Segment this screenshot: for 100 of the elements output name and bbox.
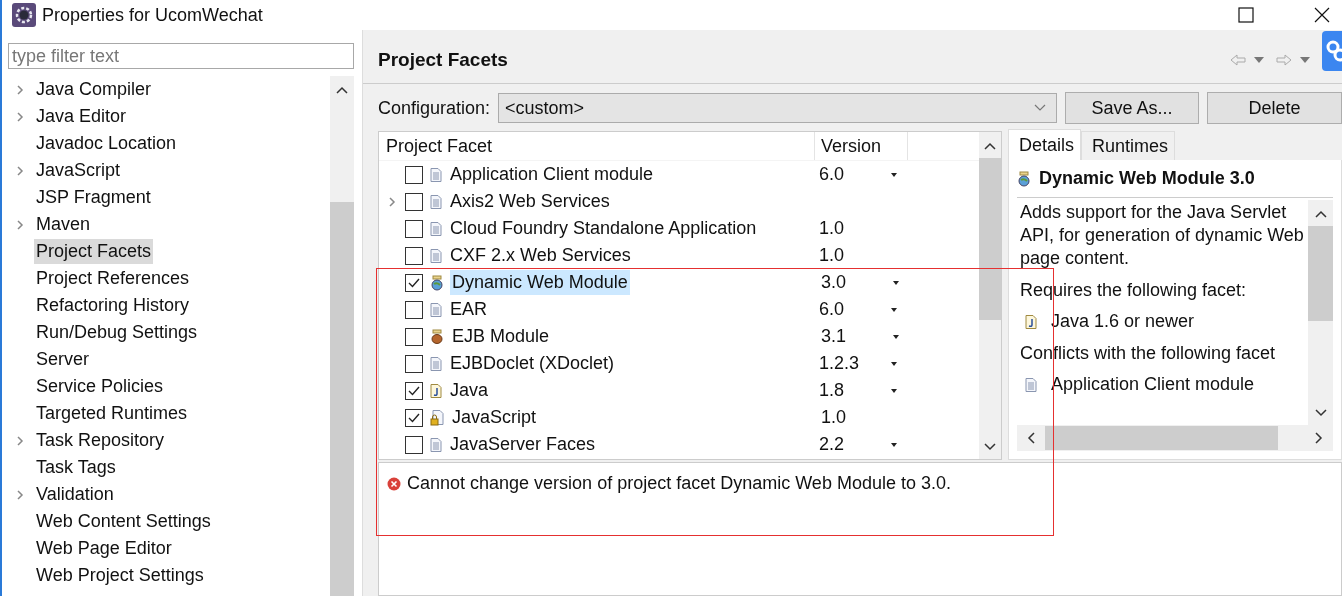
tree-item[interactable]: Java Compiler [34,77,154,102]
scroll-down-icon[interactable] [1314,409,1327,417]
checkbox[interactable] [405,327,423,346]
checkbox[interactable] [405,165,423,184]
chevron-right-icon[interactable] [16,165,24,176]
tree-item[interactable]: Task Repository [34,428,167,453]
checkbox[interactable] [405,300,423,319]
tree-item[interactable]: Maven [34,212,93,237]
scrollbar[interactable] [1308,200,1333,425]
checkbox[interactable] [405,273,423,292]
facet-name[interactable]: Dynamic Web Module [450,270,630,295]
facet-name[interactable]: Java [448,378,491,403]
chevron-right-icon[interactable] [388,196,396,207]
chevron-down-icon [1034,104,1046,112]
dropdown-icon[interactable] [893,334,899,339]
facet-name[interactable]: CXF 2.x Web Services [448,243,633,268]
scroll-left-icon[interactable] [1027,432,1035,444]
error-icon [387,477,401,491]
scrollbar[interactable] [330,76,354,596]
document-icon [430,302,442,317]
checkbox[interactable] [405,246,423,265]
document-icon [1025,377,1037,392]
chevron-right-icon[interactable] [16,84,24,95]
dropdown-icon[interactable] [891,361,897,366]
scrollbar[interactable] [979,132,1001,459]
configuration-label: Configuration: [378,97,491,119]
locked-script-icon [430,409,444,426]
scroll-up-icon[interactable] [336,86,348,94]
version-cell[interactable]: 6.0 [819,299,845,319]
tree-item[interactable]: Project References [34,266,192,291]
version-cell[interactable]: 1.0 [821,407,847,427]
dropdown-icon[interactable] [893,280,899,285]
facet-name[interactable]: JavaServer Faces [448,432,598,457]
facet-name[interactable]: EJB Module [450,324,552,349]
horizontal-scrollbar[interactable] [1017,425,1333,451]
error-message: Cannot change version of project facet Dynamic Web Module to 3.0. [407,473,951,494]
version-cell[interactable]: 6.0 [819,164,845,184]
facet-name[interactable]: EAR [448,297,489,322]
dropdown-icon[interactable] [891,307,897,312]
column-header[interactable]: Project Facet [379,132,815,160]
version-cell[interactable]: 3.0 [821,272,847,292]
facet-name[interactable]: Cloud Foundry Standalone Application [448,216,759,241]
tree-item[interactable]: Web Content Settings [34,509,213,534]
maximize-icon[interactable] [1238,7,1254,23]
facet-name[interactable]: Axis2 Web Services [448,189,612,214]
scroll-right-icon[interactable] [1315,432,1323,444]
dropdown-icon[interactable] [891,442,897,447]
configuration-dropdown[interactable]: <custom> [498,93,1057,123]
tab[interactable]: Details [1008,129,1082,160]
dropdown-icon[interactable] [891,172,897,177]
tree-item[interactable]: Validation [34,482,116,507]
chevron-right-icon[interactable] [16,219,24,230]
description-text: Adds support for the Java Servlet API, for generation of dynamic Web page content. [1020,201,1305,270]
tree-item[interactable]: Java Editor [34,104,129,129]
tree-item[interactable]: Task Tags [34,455,118,480]
document-icon [430,356,442,371]
tree-item[interactable]: Server [34,347,91,372]
version-cell[interactable]: 1.0 [819,245,845,265]
document-icon [430,248,442,263]
dropdown-icon[interactable] [891,388,897,393]
tree-item[interactable]: Javadoc Location [34,131,179,156]
checkbox[interactable] [405,408,423,427]
close-icon[interactable] [1314,7,1330,23]
checkbox[interactable] [405,435,423,454]
checkbox[interactable] [405,219,423,238]
bean-jar-icon [430,328,444,345]
link-icon[interactable] [1322,31,1342,71]
document-icon [430,221,442,236]
checkbox[interactable] [405,381,423,400]
tree-item[interactable]: Run/Debug Settings [34,320,200,345]
scroll-up-icon[interactable] [1314,210,1327,218]
version-cell[interactable]: 1.0 [819,218,845,238]
chevron-right-icon[interactable] [16,489,24,500]
version-cell[interactable]: 2.2 [819,434,845,454]
facet-name[interactable]: Application Client module [448,162,656,187]
tree-item[interactable]: Web Page Editor [34,536,174,561]
globe-jar-icon [1017,170,1031,187]
tree-item[interactable]: Refactoring History [34,293,192,318]
action-button[interactable]: Delete [1207,92,1342,124]
version-cell[interactable]: 1.2.3 [819,353,860,373]
tree-item[interactable]: JSP Fragment [34,185,153,210]
version-cell[interactable]: 3.1 [821,326,847,346]
chevron-right-icon[interactable] [16,111,24,122]
scroll-up-icon[interactable] [984,142,996,150]
checkbox[interactable] [405,192,423,211]
facet-name[interactable]: JavaScript [450,405,539,430]
scroll-down-icon[interactable] [984,443,996,451]
tree-item[interactable]: Project Facets [34,239,154,264]
tree-item[interactable]: Web Project Settings [34,563,206,588]
action-button[interactable]: Save As... [1065,92,1199,124]
filter-field[interactable]: type filter text [8,43,354,69]
chevron-right-icon[interactable] [16,435,24,446]
tree-item[interactable]: Service Policies [34,374,166,399]
facet-name[interactable]: EJBDoclet (XDoclet) [448,351,617,376]
column-header[interactable]: Version [815,132,908,160]
checkbox[interactable] [405,354,423,373]
tree-item[interactable]: JavaScript [34,158,123,183]
java-file-icon [430,383,442,398]
version-cell[interactable]: 1.8 [819,380,845,400]
tree-item[interactable]: Targeted Runtimes [34,401,190,426]
